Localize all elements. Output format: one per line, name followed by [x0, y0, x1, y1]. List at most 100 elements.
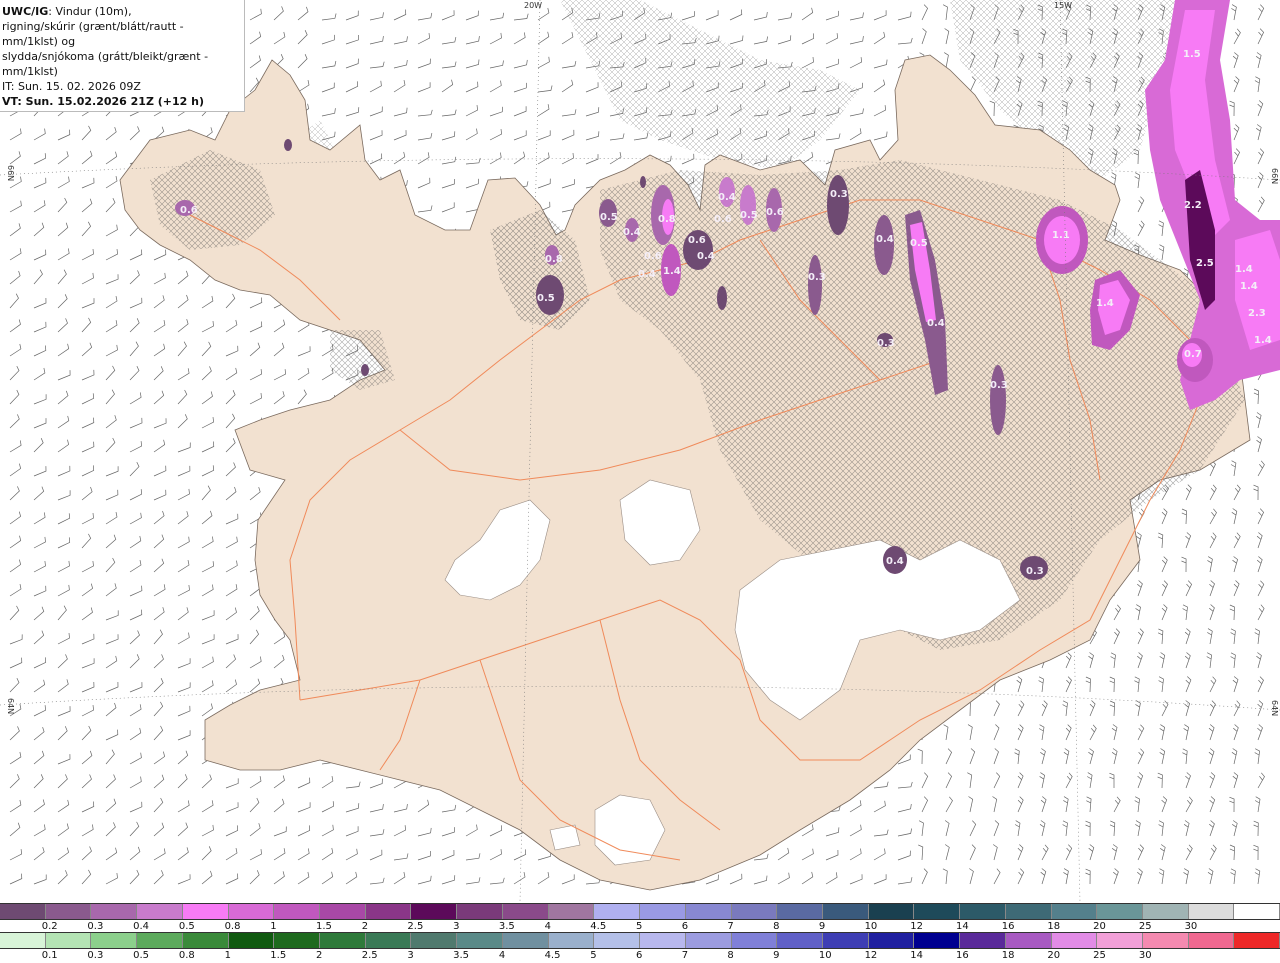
legend-swatch: [320, 933, 366, 948]
legend-swatch: [411, 904, 458, 919]
precip-label: 0.4: [927, 318, 945, 329]
lat-label-64n-right: 64N: [1270, 700, 1279, 716]
legend-swatch: [457, 933, 503, 948]
legend-label: 20: [1047, 950, 1061, 961]
legend-swatch: [411, 933, 458, 948]
title-line-2: rigning/skúrir (grænt/blátt/rautt - mm/1…: [2, 20, 184, 48]
precip-label: 0.3: [990, 380, 1008, 391]
map-title-box: UWC/IG: Vindur (10m), rigning/skúrir (gr…: [0, 0, 245, 112]
precip-label: 0.8: [658, 214, 676, 225]
legend-label: 4.5: [590, 921, 607, 932]
legend-label: 3.5: [453, 950, 470, 961]
legend-swatch: [914, 933, 961, 948]
legend-label: 18: [1047, 921, 1061, 932]
legend-label: 8: [727, 950, 734, 961]
legend-swatch: [1097, 904, 1143, 919]
legend-swatch: [502, 904, 549, 919]
legend-swatch: [640, 904, 686, 919]
legend-rain-labels: 0.1 0.3 0.5 0.8 1 1.5 2 2.5 3 3.5 4 4.5 5 6 7 8 9 10 12 14 1…: [0, 949, 1280, 963]
legend-label: 3: [453, 921, 460, 932]
legend-swatch: [1097, 933, 1143, 948]
legend-label: 16: [1001, 921, 1015, 932]
legend-label: 4.5: [544, 950, 561, 961]
weather-map: 0.6 0.8 0.5 0.5 0.4 0.6 0.8 0.4 0.6 0.4 …: [0, 0, 1280, 902]
precip-label: 0.3: [1026, 566, 1044, 577]
legend-swatch: [137, 904, 183, 919]
legend-label: 0.2: [41, 921, 58, 932]
precip-label: 0.5: [910, 238, 928, 249]
legend-swatch: [365, 904, 412, 919]
legend-swatch: [548, 904, 595, 919]
legend-label: 1: [270, 921, 277, 932]
legend-swatch: [1234, 933, 1280, 948]
title-line-1: UWC/IG: Vindur (10m),: [2, 4, 242, 19]
precip-label: 1.4: [1235, 264, 1253, 275]
precip-label: 0.4: [638, 269, 656, 280]
precip-label: 1.4: [1240, 281, 1258, 292]
legend-swatch: [274, 904, 321, 919]
legend-swatch: [914, 904, 961, 919]
precip-label: 1.4: [663, 266, 681, 277]
legend-swatch: [365, 933, 412, 948]
legend-swatch: [731, 933, 778, 948]
legend-swatch: [457, 904, 503, 919]
legend-swatch: [1234, 904, 1280, 919]
legend-label: 0.8: [178, 950, 195, 961]
legend-swatch: [137, 933, 183, 948]
legend-label: 30: [1138, 950, 1152, 961]
legend-label: 18: [1001, 950, 1015, 961]
legend-label: 0.1: [41, 950, 58, 961]
legend-swatch: [868, 933, 915, 948]
lat-label-64n-left: 64N: [6, 698, 15, 714]
legend-label: 5: [590, 950, 597, 961]
legend-swatch: [868, 904, 915, 919]
precip-label: 1.5: [1183, 49, 1201, 60]
legend-label: 12: [910, 921, 924, 932]
title-variable: : Vindur (10m),: [48, 5, 132, 18]
legend-label: 0.3: [87, 921, 104, 932]
legend-label: 0.3: [87, 950, 104, 961]
legend-swatch: [182, 933, 229, 948]
precip-label: 0.8: [545, 254, 563, 265]
legend-rain: 0.1 0.3 0.5 0.8 1 1.5 2 2.5 3 3.5 4 4.5 5 6 7 8 9 10 12 14 1…: [0, 932, 1280, 963]
legend-label: 0.8: [224, 921, 241, 932]
legend-label: 0.5: [178, 921, 195, 932]
legend-swatch: [1142, 933, 1189, 948]
precip-label: 0.7: [1184, 349, 1202, 360]
legend-label: 10: [818, 950, 832, 961]
precip-label: 0.3: [877, 338, 895, 349]
legend-label: 0.5: [133, 950, 150, 961]
legend-swatch: [960, 904, 1006, 919]
legend-label: 3.5: [498, 921, 515, 932]
precip-label: 0.5: [537, 293, 555, 304]
legend-label: 7: [727, 921, 734, 932]
precip-label: 0.4: [876, 234, 894, 245]
legend-label: 6: [681, 921, 689, 932]
title-model: UWC/IG: [2, 5, 49, 18]
legend-label: 3: [407, 950, 414, 961]
precip-label: 0.3: [830, 189, 848, 200]
legend-snow-bar: [0, 903, 1280, 920]
legend-label: 10: [864, 921, 878, 932]
legend-label: 20: [1093, 921, 1106, 932]
legend-swatch: [0, 904, 46, 919]
title-line-3: slydda/snjókoma (grátt/bleikt/grænt - mm…: [2, 50, 209, 78]
legend-label: 5: [636, 921, 643, 932]
legend-swatch: [320, 904, 366, 919]
precip-label: 0.4: [886, 556, 904, 567]
legend-label: 7: [681, 950, 689, 961]
legend-swatch: [640, 933, 686, 948]
precip-label: 0.6: [180, 205, 198, 216]
title-line-5: VT: Sun. 15.02.2026 21Z (+12 h): [2, 95, 205, 108]
precip-label: 2.2: [1184, 200, 1202, 211]
legend-swatch: [822, 904, 869, 919]
legend-swatch: [822, 933, 869, 948]
legend-swatch: [960, 933, 1006, 948]
legend-label: 9: [773, 950, 780, 961]
legend-swatch: [685, 933, 732, 948]
legend-snow: 0.2 0.3 0.4 0.5 0.8 1 1.5 2 2.5 3 3.5 4 4.5 5 6 7 8 9 10 12…: [0, 903, 1280, 934]
precip-label: 0.5: [740, 210, 758, 221]
legend-swatch: [502, 933, 549, 948]
legend-swatch: [1051, 933, 1098, 948]
legend-label: 2.5: [361, 950, 378, 961]
